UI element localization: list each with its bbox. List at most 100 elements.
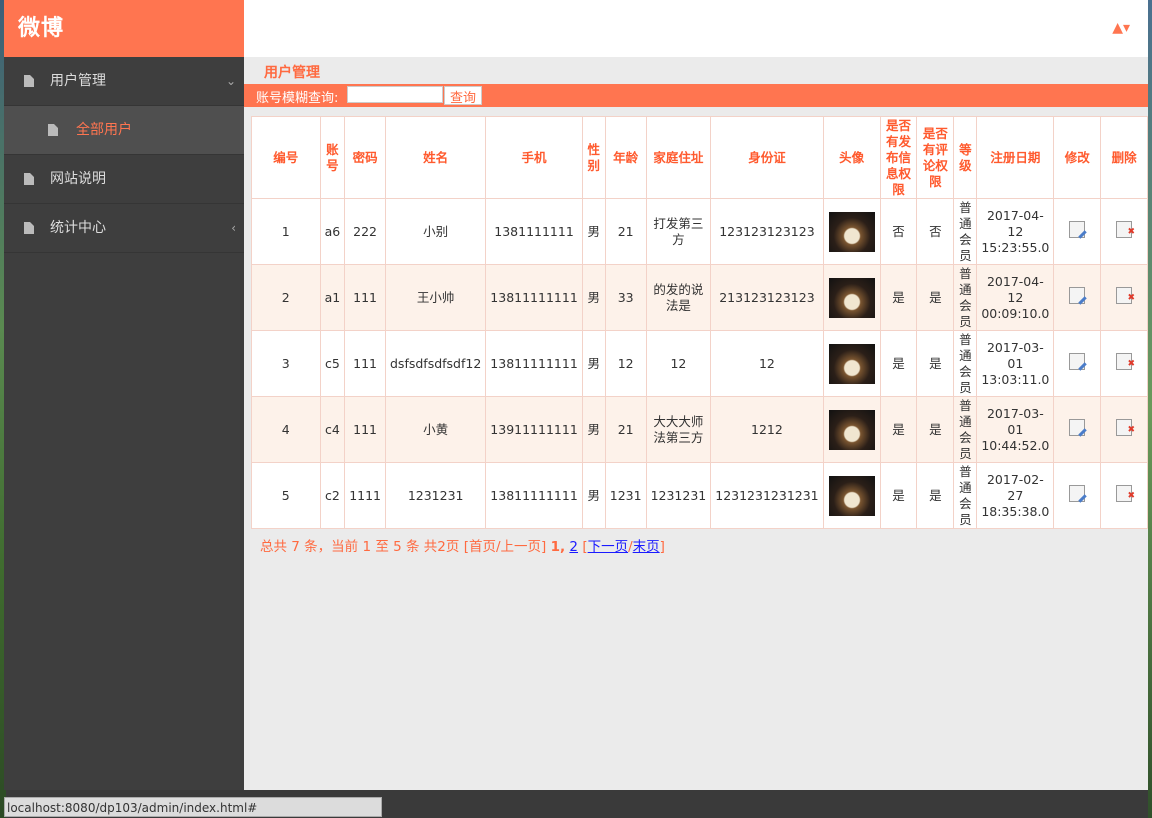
- cell-comment_perm: 是: [916, 330, 955, 397]
- cell-gender: 男: [581, 198, 606, 265]
- edit-icon[interactable]: [1069, 221, 1086, 238]
- edit-icon[interactable]: [1069, 419, 1086, 436]
- brand-logo[interactable]: 微博: [4, 0, 244, 57]
- desktop-background-right: [1148, 0, 1152, 818]
- cell-level: 普通会员: [953, 330, 978, 397]
- column-header: 身份证: [710, 116, 824, 199]
- chevron-left-icon: ‹: [231, 221, 236, 235]
- delete-icon[interactable]: [1116, 221, 1135, 240]
- pagination-next-link[interactable]: 下一页: [588, 539, 629, 555]
- column-header: 编号: [251, 116, 321, 199]
- cell-date: 2017-03-01 13:03:11.0: [976, 330, 1055, 397]
- search-button[interactable]: 查询: [444, 86, 482, 106]
- column-header: 头像: [822, 116, 881, 199]
- cell-idcard: 213123123123: [710, 264, 824, 331]
- pagination-page-2-link[interactable]: 2: [569, 539, 578, 555]
- cell-avatar: [822, 396, 881, 463]
- column-header: 手机: [485, 116, 583, 199]
- edit-icon[interactable]: [1069, 287, 1086, 304]
- table-row: 2 a1 111 王小帅 13811111111 男 33 的发的说法是 21312312312…: [251, 264, 1148, 331]
- pagination-last-link[interactable]: 末页: [633, 539, 660, 555]
- user-menu-icon[interactable]: ▲▾: [1112, 20, 1130, 36]
- cell-level: 普通会员: [953, 462, 978, 529]
- cell-phone: 1381111111: [485, 198, 583, 265]
- cell-idcard: 1231231231231: [710, 462, 824, 529]
- delete-icon[interactable]: [1116, 485, 1135, 504]
- cell-delete: [1100, 264, 1148, 331]
- sidebar: 微博 用户管理 ⌄ 全部用户 网站说明 统计中心 ‹: [4, 0, 244, 790]
- main-content: 用户管理 账号模糊查询: 查询 编号 账号 密码 姓名 手机 性别 年龄 家庭住…: [244, 57, 1148, 790]
- cell-edit: [1053, 396, 1102, 463]
- cell-phone: 13911111111: [485, 396, 583, 463]
- browser-status-url: localhost:8080/dp103/admin/index.html#: [4, 797, 382, 817]
- table-row: 4 c4 111 小黄 13911111111 男 21 大大大师法第三方 1212 是是普通会员…: [251, 396, 1148, 463]
- cell-post_perm: 是: [879, 396, 918, 463]
- cell-address: 1231231: [645, 462, 712, 529]
- cell-gender: 男: [581, 264, 606, 331]
- cell-level: 普通会员: [953, 396, 978, 463]
- cell-edit: [1053, 330, 1102, 397]
- cell-comment_perm: 是: [916, 462, 955, 529]
- cell-age: 1231: [604, 462, 647, 529]
- column-header: 密码: [344, 116, 386, 199]
- cell-phone: 13811111111: [485, 462, 583, 529]
- sidebar-item-label: 统计中心: [50, 220, 106, 236]
- chevron-down-icon: ⌄: [225, 74, 236, 88]
- avatar: [828, 409, 875, 450]
- cell-account: a1: [319, 264, 346, 331]
- cell-date: 2017-04-12 15:23:55.0: [976, 198, 1055, 265]
- browser-window: 微博 用户管理 ⌄ 全部用户 网站说明 统计中心 ‹ ▲▾ 用户管理 账号模糊查…: [4, 0, 1148, 790]
- sidebar-item-site-info[interactable]: 网站说明: [4, 155, 244, 204]
- search-input[interactable]: [347, 86, 443, 103]
- column-header: 账号: [319, 116, 346, 199]
- document-icon: [24, 173, 34, 185]
- cell-delete: [1100, 330, 1148, 397]
- cell-avatar: [822, 264, 881, 331]
- delete-icon[interactable]: [1116, 419, 1135, 438]
- cell-idcard: 12: [710, 330, 824, 397]
- cell-delete: [1100, 462, 1148, 529]
- column-header: 家庭住址: [645, 116, 712, 199]
- cell-age: 12: [604, 330, 647, 397]
- cell-date: 2017-04-12 00:09:10.0: [976, 264, 1055, 331]
- cell-level: 普通会员: [953, 264, 978, 331]
- search-label: 账号模糊查询:: [256, 91, 339, 106]
- cell-date: 2017-02-27 18:35:38.0: [976, 462, 1055, 529]
- column-header: 修改: [1053, 116, 1102, 199]
- cell-post_perm: 是: [879, 330, 918, 397]
- delete-icon[interactable]: [1116, 353, 1135, 372]
- cell-age: 21: [604, 396, 647, 463]
- cell-password: 222: [344, 198, 386, 265]
- table-row: 3 c5 111 dsfsdfsdfsdf12 13811111111 男 12 12 12 是是…: [251, 330, 1148, 397]
- cell-name: 小黄: [384, 396, 487, 463]
- sidebar-item-user-management[interactable]: 用户管理 ⌄: [4, 57, 244, 106]
- delete-icon[interactable]: [1116, 287, 1135, 306]
- cell-address: 的发的说法是: [645, 264, 712, 331]
- cell-name: 1231231: [384, 462, 487, 529]
- sidebar-item-statistics[interactable]: 统计中心 ‹: [4, 204, 244, 253]
- avatar: [828, 475, 875, 516]
- pagination-first-prev: [首页/上一页]: [463, 539, 547, 555]
- column-header: 注册日期: [976, 116, 1055, 199]
- top-bar: ▲▾: [244, 0, 1148, 57]
- cell-post_perm: 是: [879, 264, 918, 331]
- column-header: 性别: [581, 116, 606, 199]
- table-row: 1 a6 222 小别 1381111111 男 21 打发第三方 123123123123 否否…: [251, 198, 1148, 265]
- cell-address: 打发第三方: [645, 198, 712, 265]
- sidebar-item-all-users[interactable]: 全部用户: [4, 106, 244, 155]
- edit-icon[interactable]: [1069, 485, 1086, 502]
- column-header: 姓名: [384, 116, 487, 199]
- table-row: 5 c2 1111 1231231 13811111111 男 1231 1231231 123…: [251, 462, 1148, 529]
- cell-name: dsfsdfsdfsdf12: [384, 330, 487, 397]
- cell-age: 21: [604, 198, 647, 265]
- cell-phone: 13811111111: [485, 330, 583, 397]
- document-icon: [24, 75, 34, 87]
- sidebar-item-label: 全部用户: [76, 122, 132, 138]
- cell-password: 111: [344, 330, 386, 397]
- document-icon: [24, 222, 34, 234]
- cell-idcard: 123123123123: [710, 198, 824, 265]
- sidebar-item-label: 网站说明: [50, 171, 106, 187]
- edit-icon[interactable]: [1069, 353, 1086, 370]
- cell-edit: [1053, 198, 1102, 265]
- cell-delete: [1100, 396, 1148, 463]
